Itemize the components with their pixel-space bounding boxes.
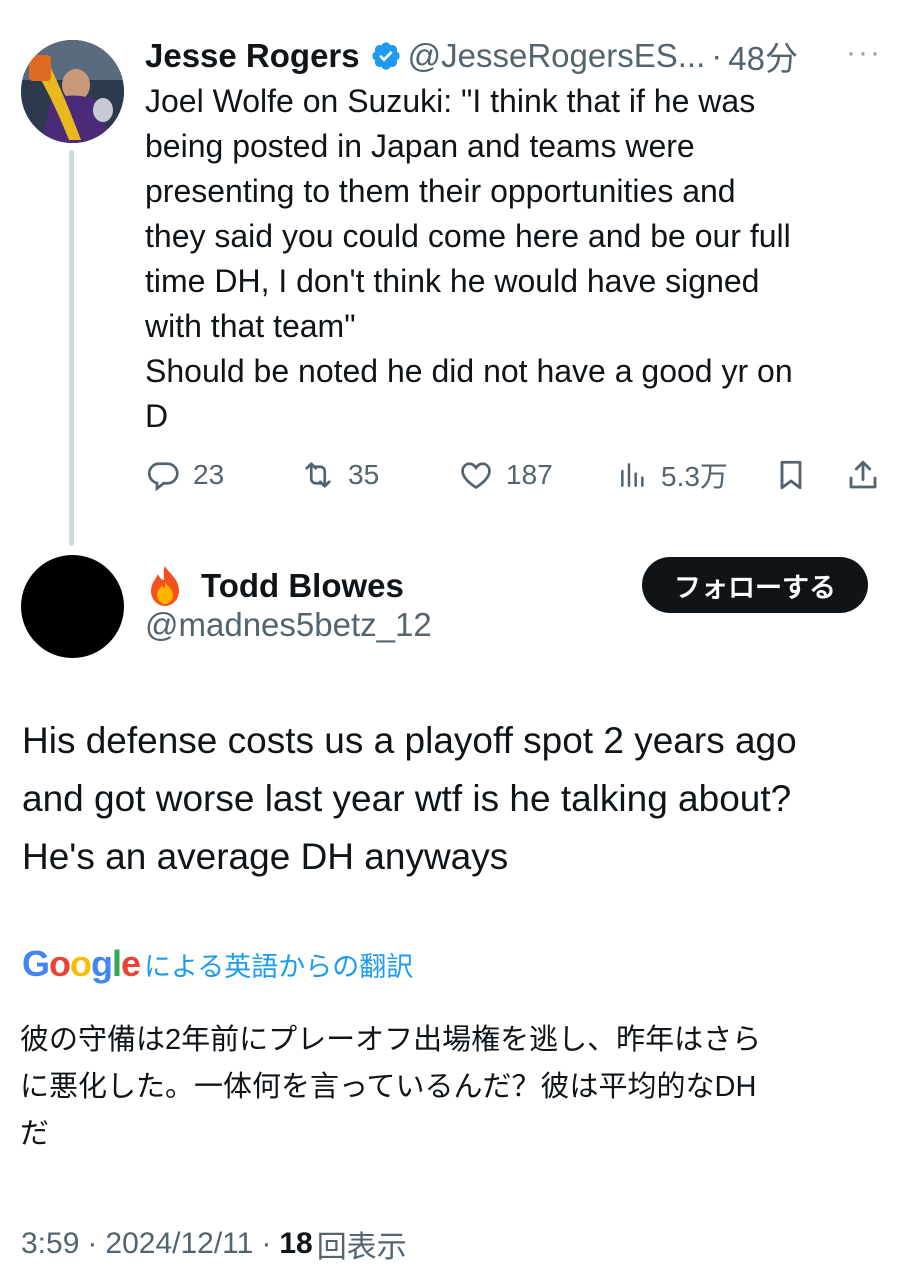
heart-icon <box>461 462 491 490</box>
tweet-meta: 3:59 · 2024/12/11 · 18 回表示 <box>21 1222 407 1266</box>
retweet-icon <box>305 462 331 488</box>
translation-label[interactable]: による英語からの翻訳 <box>144 945 413 984</box>
author-name[interactable]: Jesse Rogers <box>145 37 360 75</box>
view-count: 18 <box>279 1227 313 1260</box>
tweet-time[interactable]: 48分 <box>728 32 798 80</box>
tweet-date[interactable]: 2024/12/11 <box>105 1227 253 1261</box>
avatar[interactable] <box>21 555 124 658</box>
views-count: 5.3万 <box>661 461 728 492</box>
retweet-count: 35 <box>348 459 380 490</box>
tweet-text: Joel Wolfe on Suzuki: "I think that if h… <box>145 83 793 434</box>
more-options-icon[interactable]: ··· <box>846 36 882 70</box>
author-handle[interactable]: @JesseRogersES... <box>408 37 706 75</box>
separator-dot: · <box>711 37 723 74</box>
retweet-button[interactable]: 35 <box>300 452 379 498</box>
separator-dot: · <box>261 1227 272 1260</box>
share-button[interactable] <box>845 452 893 498</box>
verified-badge-icon <box>370 40 402 72</box>
like-button[interactable]: 187 <box>458 452 553 498</box>
thread-line <box>69 150 74 546</box>
tweet-header: Jesse Rogers @JesseRogersES... · 48分 <box>145 34 885 78</box>
avatar[interactable] <box>21 40 124 143</box>
analytics-icon <box>621 463 644 487</box>
author-name[interactable]: Todd Blowes <box>201 567 404 605</box>
reply-text: His defense costs us a playoff spot 2 ye… <box>22 720 797 877</box>
reply-button[interactable]: 23 <box>145 452 224 498</box>
share-icon <box>849 460 877 489</box>
like-count: 187 <box>506 459 553 490</box>
tweet-actions: 23 35 187 5.3万 <box>145 452 885 498</box>
view-label: 回表示 <box>316 1231 407 1264</box>
tweet-time[interactable]: 3:59 <box>21 1227 79 1261</box>
follow-button[interactable]: フォローする <box>642 557 868 613</box>
fire-emoji-icon <box>151 566 179 606</box>
avatar-photo <box>21 40 124 143</box>
translated-text: 彼の守備は2年前にプレーオフ出場権を逃し、昨年はさら に悪化した。一体何を言って… <box>20 1024 762 1150</box>
reply-icon <box>147 462 179 492</box>
author-handle[interactable]: @madnes5betz_12 <box>145 606 432 644</box>
reply-author-row: Todd Blowes <box>145 562 404 610</box>
bookmark-icon <box>780 460 802 490</box>
translation-attribution[interactable]: Google による英語からの翻訳 <box>22 942 413 986</box>
google-logo: Google <box>22 943 141 984</box>
views-button[interactable]: 5.3万 <box>617 452 728 498</box>
bookmark-button[interactable] <box>773 452 821 498</box>
reply-count: 23 <box>193 459 225 490</box>
separator-dot: · <box>87 1227 98 1260</box>
